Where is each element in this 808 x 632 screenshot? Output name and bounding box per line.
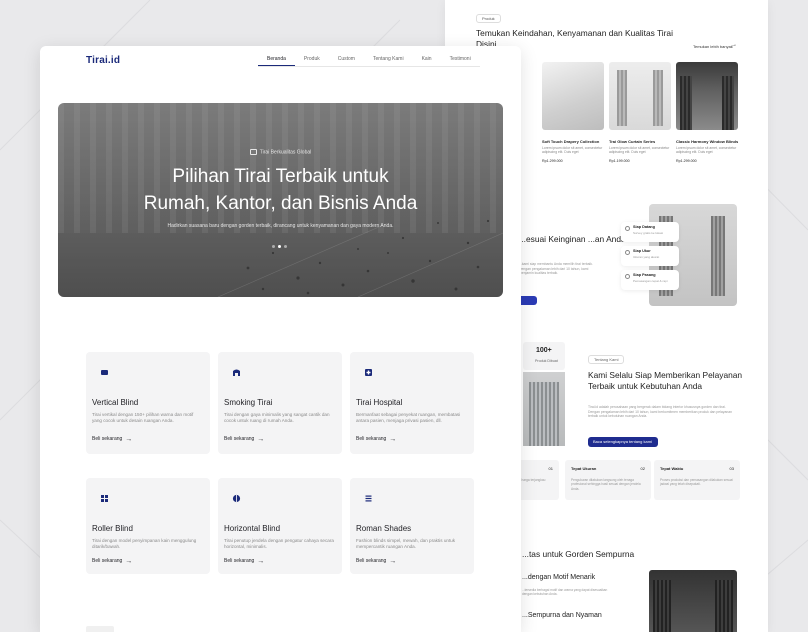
hero-tagline: Tirai Berkualitas Global	[58, 149, 503, 155]
product-image	[542, 62, 604, 130]
nav-item-kain[interactable]: Kain	[413, 53, 441, 66]
product-desc: Lorem ipsum dolor sit amet, consectetur …	[676, 146, 737, 155]
buy-now-link[interactable]: Beli sekarang →	[356, 558, 396, 565]
product-card-vertical-blind[interactable]: Vertical Blind Tirai vertikal dengan 150…	[86, 352, 210, 454]
about-photo	[523, 372, 565, 446]
product-name: Classic Harmony Window Blinds	[676, 139, 739, 144]
card-title: Horizontal Blind	[224, 524, 281, 533]
card-title: Tirai Hospital	[356, 398, 403, 407]
hospital-icon	[365, 369, 372, 376]
book-icon	[249, 149, 257, 155]
card-desc: Tirai penutup jendela dengan pengatur ca…	[224, 538, 334, 550]
hero-banner: Tirai Berkualitas Global Pilihan Tirai T…	[58, 103, 503, 297]
product-desc: Lorem ipsum dolor sit amet, consectetur …	[609, 146, 670, 155]
nav-item-beranda[interactable]: Beranda	[258, 53, 295, 66]
product-card-roller-blind[interactable]: Roller Blind Tirai dengan model penyimpa…	[86, 478, 210, 574]
card-desc: Bermanfaat sebagai penyekat ruangan, mem…	[356, 412, 461, 424]
buy-now-link[interactable]: Beli sekarang →	[92, 436, 132, 443]
service-text: ...kami siap membantu Anda memilih tirai…	[519, 262, 593, 276]
product-card[interactable]: Classic Harmony Window Blinds Lorem ipsu…	[676, 62, 738, 163]
arrow-right-icon: →	[125, 558, 133, 565]
buy-now-link[interactable]: Beli sekarang →	[356, 436, 396, 443]
card-title: Smoking Tirai	[224, 398, 273, 407]
bottom-heading: ...tas untuk Gorden Sempurna	[522, 549, 635, 559]
smoking-tirai-icon	[233, 369, 240, 376]
card-desc: Tirai vertikal dengan 150+ pilihan warna…	[92, 412, 194, 424]
logo[interactable]: Tirai.id	[86, 55, 120, 66]
card-desc: Tirai dengan model penyimpanan kain meng…	[92, 538, 197, 550]
card-title: Vertical Blind	[92, 398, 139, 407]
stat-number: 100+	[536, 347, 552, 354]
card-title: Roller Blind	[92, 524, 133, 533]
product-image	[676, 62, 738, 130]
product-card-tirai-hospital[interactable]: Tirai Hospital Bermanfaat sebagai penyek…	[350, 352, 474, 454]
buy-now-link[interactable]: Beli sekarang →	[224, 558, 264, 565]
arrow-right-icon: →	[125, 436, 133, 443]
nav-item-testimoni[interactable]: Testimoni	[441, 53, 480, 66]
feature-card: Tepat Waktu 03 Proses produksi dan pemas…	[654, 460, 740, 500]
about-text: Tirai.id adalah perusahaan yang bergerak…	[588, 405, 733, 419]
hero-title: Pilihan Tirai Terbaik untuk Rumah, Kanto…	[143, 166, 418, 214]
product-card-roman-shades[interactable]: Roman Shades Fashion blinds simpel, mewa…	[350, 478, 474, 574]
carousel-dot-active[interactable]	[278, 245, 281, 248]
about-title: Kami Selalu Siap Memberikan Pelayanan Te…	[588, 370, 743, 391]
product-card[interactable]: Trai Glow Curtain Series Lorem ipsum dol…	[609, 62, 671, 163]
buy-now-link[interactable]: Beli sekarang →	[92, 558, 132, 565]
carousel-dot[interactable]	[284, 245, 287, 248]
arrow-right-icon: →	[257, 558, 265, 565]
card-desc: Fashion blinds simpel, mewah, dan prakti…	[356, 538, 456, 550]
stat-label: Produk Dibuat	[535, 359, 558, 363]
product-name: Trai Glow Curtain Series	[609, 139, 656, 144]
check-icon	[625, 274, 630, 279]
feature-card: Tepat Ukuran 02 Pengukuran dilakukan lan…	[565, 460, 651, 500]
carousel-dots	[272, 245, 287, 248]
front-page-preview: Tirai.id Beranda Produk Custom Tentang K…	[40, 46, 521, 632]
product-price: Rp1.299.000	[676, 158, 697, 163]
product-price: Rp1.299.000	[542, 158, 563, 163]
nav-item-produk[interactable]: Produk	[295, 53, 329, 66]
nav-item-tentang-kami[interactable]: Tentang Kami	[364, 53, 413, 66]
bottom-subheading: ...dengan Motif Menarik	[522, 574, 596, 581]
horizontal-blind-icon	[232, 494, 241, 503]
check-icon	[625, 250, 630, 255]
bottom-subheading: ...Sempurna dan Nyaman	[522, 612, 602, 619]
card-title: Roman Shades	[356, 524, 412, 533]
bottom-text: ...tersedia berbagai motif dan warna yan…	[522, 588, 608, 597]
nav-item-custom[interactable]: Custom	[329, 53, 364, 66]
vertical-blind-icon	[101, 370, 108, 375]
service-step: Siap Pasang Pemasangan cepat & rapi	[621, 270, 679, 290]
card-desc: Tirai dengan gaya minimalis yang sangat …	[224, 412, 330, 424]
product-card-smoking-tirai[interactable]: Smoking Tirai Tirai dengan gaya minimali…	[218, 352, 342, 454]
main-nav: Beranda Produk Custom Tentang Kami Kain …	[258, 53, 480, 67]
arrow-right-icon: →	[731, 42, 737, 48]
hero-subtitle: Hadirkan suasana baru dengan gorden terb…	[167, 223, 394, 229]
arrow-right-icon: →	[389, 558, 397, 565]
section-badge: Produk	[476, 14, 501, 23]
about-badge: Tentang Kami	[588, 355, 625, 364]
product-card-horizontal-blind[interactable]: Horizontal Blind Tirai penutup jendela d…	[218, 478, 342, 574]
about-button[interactable]: Baca selengkapnya tentang kami	[588, 437, 658, 447]
see-all-link[interactable]: Temukan lebih banyak	[693, 44, 733, 49]
next-section-badge	[86, 626, 114, 632]
roller-blind-icon	[101, 495, 108, 502]
product-price: Rp1.199.000	[609, 158, 630, 163]
arrow-right-icon: →	[257, 436, 265, 443]
roman-shades-icon	[365, 495, 372, 502]
buy-now-link[interactable]: Beli sekarang →	[224, 436, 264, 443]
arrow-right-icon: →	[389, 436, 397, 443]
product-image	[609, 62, 671, 130]
check-icon	[625, 226, 630, 231]
product-card[interactable]: Soft Touch Drapery Collection Lorem ipsu…	[542, 62, 604, 163]
product-name: Soft Touch Drapery Collection	[542, 139, 600, 144]
bottom-photo	[649, 570, 737, 632]
carousel-dot[interactable]	[272, 245, 275, 248]
service-step: Siap Datang Survey gratis ke lokasi	[621, 222, 679, 242]
stat-box: 100+ Produk Dibuat	[523, 342, 565, 370]
product-desc: Lorem ipsum dolor sit amet, consectetur …	[542, 146, 603, 155]
service-step: Siap Ukur Ukuran yang akurat	[621, 246, 679, 266]
